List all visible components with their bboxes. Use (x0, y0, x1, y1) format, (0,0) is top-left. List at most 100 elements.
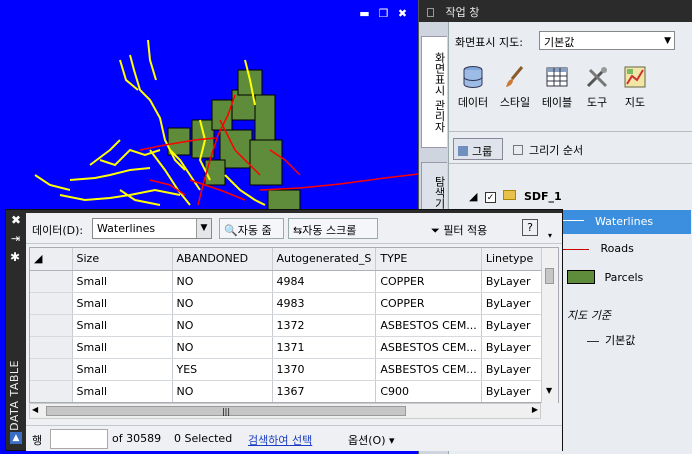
horizontal-scrollbar[interactable]: ◀ ||| ▶ (29, 403, 541, 419)
column-header[interactable]: TYPE (375, 248, 482, 271)
close-button[interactable]: ✖ (396, 7, 409, 20)
table-cell[interactable]: ASBESTOS CEM... (375, 314, 482, 337)
style-tool-button[interactable]: 스타일 (495, 64, 535, 110)
window-controls: ▬ ❐ ✖ (358, 7, 409, 20)
scroll-right-icon[interactable]: ▶ (532, 405, 538, 414)
zoom-icon: 🔍 (224, 224, 238, 237)
draw-order-button[interactable]: 그리기 순서 (513, 142, 583, 158)
table-cell[interactable]: C900 (375, 380, 482, 402)
apply-filter-label: 필터 적용 (443, 224, 488, 237)
chevron-down-icon[interactable]: ▼ (196, 219, 211, 238)
row-header[interactable] (30, 380, 73, 402)
group-button[interactable]: 그룹 (453, 138, 503, 160)
scroll-down-icon[interactable]: ▼ (546, 386, 552, 395)
tools-tool-button[interactable]: 도구 (577, 64, 617, 110)
display-map-select[interactable]: 기본값 ▼ (539, 31, 675, 50)
options-menu[interactable]: 옵션(O) ▾ (348, 432, 395, 448)
row-header[interactable] (30, 270, 73, 293)
table-cell[interactable]: NO (172, 336, 273, 359)
data-tool-button[interactable]: 데이터 (453, 64, 493, 110)
table-cell[interactable]: ASBESTOS CEM... (375, 358, 482, 381)
restore-button[interactable]: ❐ (377, 7, 390, 20)
filter-icon: ⏷ (431, 224, 440, 237)
tab-display-manager[interactable]: 화면표시 관리자 (421, 36, 447, 148)
scroll-left-icon[interactable]: ◀ (32, 405, 38, 414)
table-row[interactable]: Small NO 1367 C900 ByLayer (30, 380, 554, 402)
table-cell[interactable]: 1371 (272, 336, 377, 359)
table-cell[interactable]: NO (172, 314, 273, 337)
row-number-input[interactable] (50, 429, 108, 449)
table-cell[interactable]: Small (72, 292, 173, 315)
group-label: 그룹 (472, 145, 493, 158)
pane-menu-icon[interactable] (427, 8, 434, 17)
auto-scroll-button[interactable]: ⇆자동 스크롤 (288, 218, 378, 239)
table-cell[interactable]: 4983 (272, 292, 377, 315)
row-header[interactable] (30, 292, 73, 315)
map-icon (624, 66, 646, 88)
table-row[interactable]: Small NO 4984 COPPER ByLayer (30, 270, 554, 293)
table-cell[interactable]: 1370 (272, 358, 377, 381)
apply-filter-button[interactable]: ⏷ 필터 적용 (431, 222, 487, 238)
table-cell[interactable]: 1372 (272, 314, 377, 337)
collapse-icon[interactable]: ◢ (469, 190, 477, 203)
table-cell[interactable]: Small (72, 380, 173, 402)
data-table-side-strip: ✖ ⇥ ✱ DATA TABLE ▲ (6, 210, 26, 450)
table-cell[interactable]: NO (172, 380, 273, 402)
table-cell[interactable]: NO (172, 270, 273, 293)
toolbar: 데이터 스타일 테이블 도구 지도 (449, 60, 692, 132)
data-source-select[interactable]: Waterlines ▼ (92, 218, 212, 239)
table-row[interactable]: Small NO 4983 COPPER ByLayer (30, 292, 554, 315)
map-tool-button[interactable]: 지도 (615, 64, 655, 110)
scroll-icon: ⇆ (293, 224, 303, 237)
row-header[interactable] (30, 358, 73, 381)
data-grid: ◢ Size ABANDONED Autogenerated_S TYPE Linetyp… (29, 247, 559, 403)
table-cell[interactable]: Small (72, 270, 173, 293)
close-icon[interactable]: ✖ (11, 213, 21, 227)
auto-zoom-button[interactable]: 🔍자동 줌 (219, 218, 284, 239)
row-header[interactable] (30, 314, 73, 337)
chevron-down-icon: ▼ (664, 36, 671, 46)
table-cell[interactable]: Small (72, 358, 173, 381)
vertical-scrollbar[interactable]: ▼ (541, 248, 558, 403)
tool-label: 지도 (624, 96, 646, 109)
column-header[interactable]: ABANDONED (172, 248, 273, 271)
panel-chevron-icon[interactable]: ▾ (548, 231, 552, 240)
display-map-value: 기본값 (544, 36, 575, 49)
scroll-thumb[interactable] (545, 268, 554, 284)
table-cell[interactable]: COPPER (375, 292, 482, 315)
tree-layer-parcels[interactable]: Parcels (567, 270, 643, 284)
table-cell[interactable]: 1367 (272, 380, 377, 402)
checkbox-icon[interactable]: ✓ (484, 192, 496, 203)
column-header[interactable]: Autogenerated_S (272, 248, 377, 271)
layer-label: Waterlines (595, 215, 654, 228)
autohide-icon[interactable]: ⇥ (11, 232, 20, 245)
layer-label: Parcels (604, 271, 644, 284)
table-tool-button[interactable]: 테이블 (537, 64, 577, 110)
fill-swatch-icon (567, 270, 595, 284)
table-cell[interactable]: NO (172, 292, 273, 315)
table-cell[interactable]: 4984 (272, 270, 377, 293)
table-row[interactable]: Small NO 1372 ASBESTOS CEM... ByLayer (30, 314, 554, 337)
row-header-corner[interactable]: ◢ (30, 248, 73, 271)
data-source-value: Waterlines (97, 222, 156, 235)
table-cell[interactable]: ASBESTOS CEM... (375, 336, 482, 359)
table-cell[interactable]: Small (72, 314, 173, 337)
settings-icon[interactable]: ✱ (10, 250, 20, 264)
table-cell[interactable]: Small (72, 336, 173, 359)
draw-order-icon (513, 145, 523, 155)
minimize-button[interactable]: ▬ (358, 7, 371, 20)
scroll-thumb[interactable]: ||| (46, 406, 406, 416)
table-row[interactable]: Small YES 1370 ASBESTOS CEM... ByLayer (30, 358, 554, 381)
help-button[interactable]: ? (522, 219, 538, 236)
table-cell[interactable]: YES (172, 358, 273, 381)
map-base-default-item[interactable]: 기본값 (587, 332, 635, 348)
tree-root-sdf[interactable]: ◢ ✓ SDF_1 (469, 190, 562, 203)
column-header[interactable]: Size (72, 248, 173, 271)
row-count: of 30589 (112, 432, 162, 445)
table-row[interactable]: Small NO 1371 ASBESTOS CEM... ByLayer (30, 336, 554, 359)
select-by-search-link[interactable]: 검색하여 선택 (248, 432, 312, 448)
table-cell[interactable]: COPPER (375, 270, 482, 293)
brush-icon (506, 66, 524, 87)
row-header[interactable] (30, 336, 73, 359)
tool-label: 스타일 (499, 96, 531, 109)
